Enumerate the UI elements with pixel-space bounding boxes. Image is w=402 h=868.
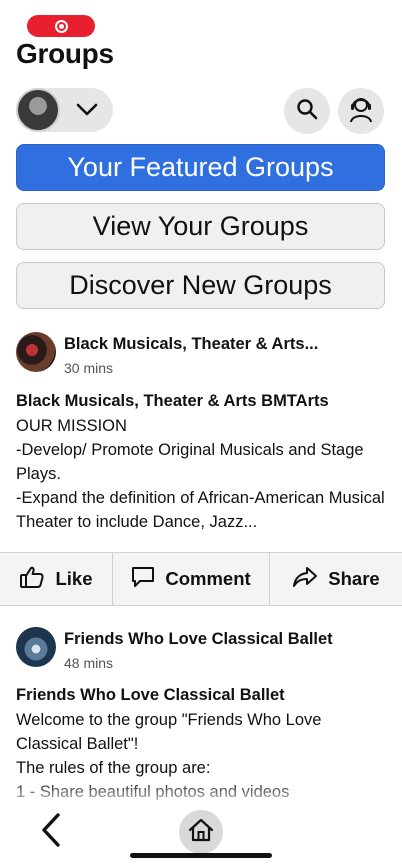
chevron-down-icon: [74, 97, 100, 123]
post-body: OUR MISSION -Develop/ Promote Original M…: [16, 417, 385, 531]
group-name: Black Musicals, Theater & Arts...: [64, 335, 319, 353]
post-time: 30 mins: [64, 360, 114, 376]
post-header[interactable]: Black Musicals, Theater & Arts... 30 min…: [16, 332, 318, 376]
post-title: Black Musicals, Theater & Arts BMTArts: [16, 392, 329, 410]
like-button[interactable]: Like: [0, 553, 113, 605]
post-header[interactable]: Friends Who Love Classical Ballet 48 min…: [16, 627, 333, 671]
back-arrow-icon: [41, 812, 61, 852]
post-actions: Like Comment Share: [0, 552, 402, 606]
search-button[interactable]: [284, 88, 330, 134]
share-icon: [292, 566, 328, 593]
thumbs-up-icon: [19, 565, 55, 594]
share-label: Share: [328, 568, 380, 589]
person-headset-icon: [346, 94, 376, 129]
post-title: Friends Who Love Classical Ballet: [16, 686, 285, 704]
comment-icon: [131, 566, 165, 593]
group-avatar: [16, 627, 56, 667]
home-icon: [188, 818, 214, 847]
home-button[interactable]: [179, 810, 223, 854]
account-button[interactable]: [338, 88, 384, 134]
share-button[interactable]: Share: [270, 553, 402, 605]
like-label: Like: [55, 568, 93, 589]
record-icon: [54, 19, 68, 33]
avatar: [16, 88, 60, 132]
tab-featured-groups[interactable]: Your Featured Groups: [16, 144, 385, 191]
post-time: 48 mins: [64, 655, 114, 671]
tab-discover-groups[interactable]: Discover New Groups: [16, 262, 385, 309]
profile-switcher[interactable]: [16, 88, 113, 132]
group-name: Friends Who Love Classical Ballet: [64, 630, 333, 648]
tab-view-your-groups[interactable]: View Your Groups: [16, 203, 385, 250]
record-indicator: [27, 15, 95, 37]
page-title: Groups: [16, 38, 114, 69]
group-avatar: [16, 332, 56, 372]
home-indicator[interactable]: [130, 853, 272, 858]
back-button[interactable]: [34, 812, 68, 852]
comment-button[interactable]: Comment: [113, 553, 270, 605]
search-icon: [296, 98, 318, 125]
comment-label: Comment: [165, 568, 251, 589]
